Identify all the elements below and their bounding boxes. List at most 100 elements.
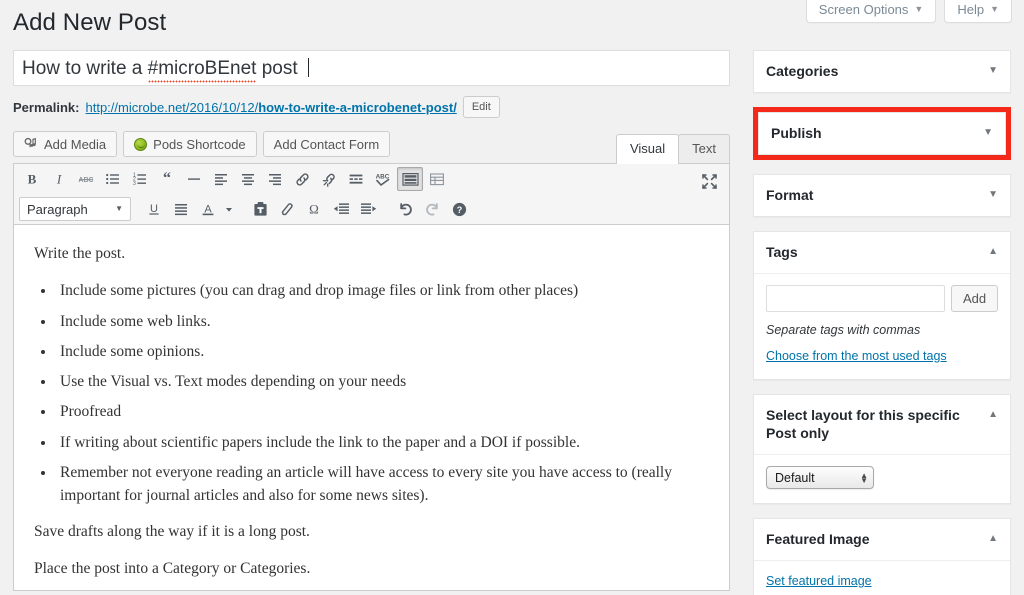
panel-post-layout: Select layout for this specific Post onl… [753,393,1011,505]
justify-icon[interactable] [168,197,194,221]
chevron-up-icon[interactable]: ▲ [988,408,998,422]
panel-tags-header[interactable]: Tags ▲ [754,232,1010,274]
indent-icon[interactable] [355,197,381,221]
page-title: Add New Post [13,9,167,36]
chevron-up-icon[interactable]: ▲ [988,245,998,259]
panel-tags-title: Tags [766,243,798,260]
unlink-icon[interactable] [316,167,342,191]
paste-as-text-icon[interactable] [247,197,273,221]
panel-publish-header[interactable]: Publish ▼ [759,113,1005,154]
svg-text:I: I [56,172,62,187]
special-character-icon[interactable]: Ω [301,197,327,221]
toolbar-row-2: Paragraph ▼ U A Ω ? [14,194,729,224]
permalink-slug: how-to-write-a-microbenet-post/ [258,99,457,115]
undo-icon[interactable] [392,197,418,221]
insert-more-icon[interactable] [343,167,369,191]
panel-post-layout-header[interactable]: Select layout for this specific Post onl… [754,395,1010,456]
panel-featured-image-body: Set featured image [754,561,1010,595]
horizontal-rule-icon[interactable] [181,167,207,191]
tab-text[interactable]: Text [678,134,730,164]
align-left-icon[interactable] [208,167,234,191]
editor-toolbar: B I ABC 1 2 3 “ ABC Paragraph ▼ U A Ω ? [13,163,730,225]
panel-format-header[interactable]: Format ▼ [754,175,1010,216]
panel-categories-header[interactable]: Categories ▼ [754,51,1010,92]
list-item: Include some opinions. [56,340,707,363]
chevron-down-icon[interactable]: ▼ [983,126,993,140]
add-media-label: Add Media [44,136,107,152]
panel-categories-title: Categories [766,63,839,79]
help-tab[interactable]: Help ▼ [944,0,1012,23]
format-select[interactable]: Paragraph ▼ [19,197,131,221]
list-item: If writing about scientific papers inclu… [56,431,707,454]
content-intro: Write the post. [34,245,126,262]
format-select-value: Paragraph [27,201,88,217]
align-right-icon[interactable] [262,167,288,191]
chevron-down-icon[interactable]: ▼ [988,188,998,202]
set-featured-image-link[interactable]: Set featured image [766,574,872,588]
chevron-down-icon: ▼ [990,4,999,14]
toggle-toolbar-icon[interactable] [397,167,423,191]
wordpress-media-icon [24,137,38,151]
screen-meta-tabs: Screen Options ▼ Help ▼ [805,0,1012,23]
underline-icon[interactable]: U [141,197,167,221]
italic-icon[interactable]: I [46,167,72,191]
keyboard-shortcuts-icon[interactable]: ? [446,197,472,221]
pods-shortcode-button[interactable]: Pods Shortcode [123,131,257,157]
add-contact-form-label: Add Contact Form [273,136,380,152]
tags-hint: Separate tags with commas [766,322,921,337]
panel-format: Format ▼ [753,173,1011,217]
numbered-list-icon[interactable]: 1 2 3 [127,167,153,191]
svg-text:?: ? [456,205,462,215]
add-tag-button[interactable]: Add [951,284,999,312]
svg-text:Ω: Ω [309,201,319,216]
blockquote-icon[interactable]: “ [154,167,180,191]
bulleted-list-icon[interactable] [100,167,126,191]
toolbar-row-1: B I ABC 1 2 3 “ ABC [14,164,729,194]
svg-text:“: “ [163,171,171,187]
panel-publish-title: Publish [771,124,822,141]
panel-publish: Publish ▼ [758,111,1006,155]
redo-icon[interactable] [419,197,445,221]
text-cursor [307,58,309,77]
screen-options-label: Screen Options [818,2,909,17]
screen-options-tab[interactable]: Screen Options ▼ [805,0,937,23]
tag-input[interactable] [766,284,945,312]
fullscreen-icon[interactable] [696,169,722,193]
bold-icon[interactable]: B [19,167,45,191]
permalink-row: Permalink: http://microbe.net/2016/10/12… [13,96,730,118]
tab-visual[interactable]: Visual [615,134,680,164]
permalink-link[interactable]: http://microbe.net/2016/10/12/how-to-wri… [85,100,456,115]
publish-panel-highlight: Publish ▼ [753,106,1011,160]
align-center-icon[interactable] [235,167,261,191]
list-item: Include some pictures (you can drag and … [56,279,707,302]
post-content-editor[interactable]: Write the post. Include some pictures (y… [13,225,730,591]
add-media-button[interactable]: Add Media [13,131,118,157]
clear-formatting-icon[interactable] [274,197,300,221]
pods-shortcode-label: Pods Shortcode [153,136,246,152]
sidebar: Categories ▼ Publish ▼ Format ▼ Tags ▲ A… [753,50,1011,595]
panel-featured-image-header[interactable]: Featured Image ▲ [754,519,1010,562]
text-color-caret-icon[interactable] [222,197,236,221]
strikethrough-icon[interactable]: ABC [73,167,99,191]
permalink-base: http://microbe.net/2016/10/12/ [85,99,259,115]
chevron-up-icon[interactable]: ▲ [988,532,998,546]
edit-permalink-button[interactable]: Edit [462,96,500,118]
insert-link-icon[interactable] [289,167,315,191]
post-title-input[interactable]: How to write a #microBEnet post [13,50,730,86]
help-label: Help [957,2,985,17]
layout-select[interactable]: Default ▲ ▼ [766,466,874,490]
add-contact-form-button[interactable]: Add Contact Form [262,131,391,157]
stepper-icon: ▲ ▼ [860,470,868,485]
chevron-down-icon[interactable]: ▼ [988,64,998,78]
text-color-icon[interactable]: A [195,197,221,221]
content-closing-2: Place the post into a Category or Catego… [34,559,311,577]
spellcheck-abc-icon[interactable]: ABC [370,167,396,191]
title-part-before: How to write a [22,58,148,79]
editor-mode-tabs: Visual Text [615,134,730,164]
choose-most-used-tags-link[interactable]: Choose from the most used tags [766,349,947,363]
title-part-after: post [256,58,298,79]
pods-green-circle-icon [134,137,148,151]
list-item: Use the Visual vs. Text modes depending … [56,370,707,393]
outdent-icon[interactable] [328,197,354,221]
table-icon[interactable] [424,167,450,191]
